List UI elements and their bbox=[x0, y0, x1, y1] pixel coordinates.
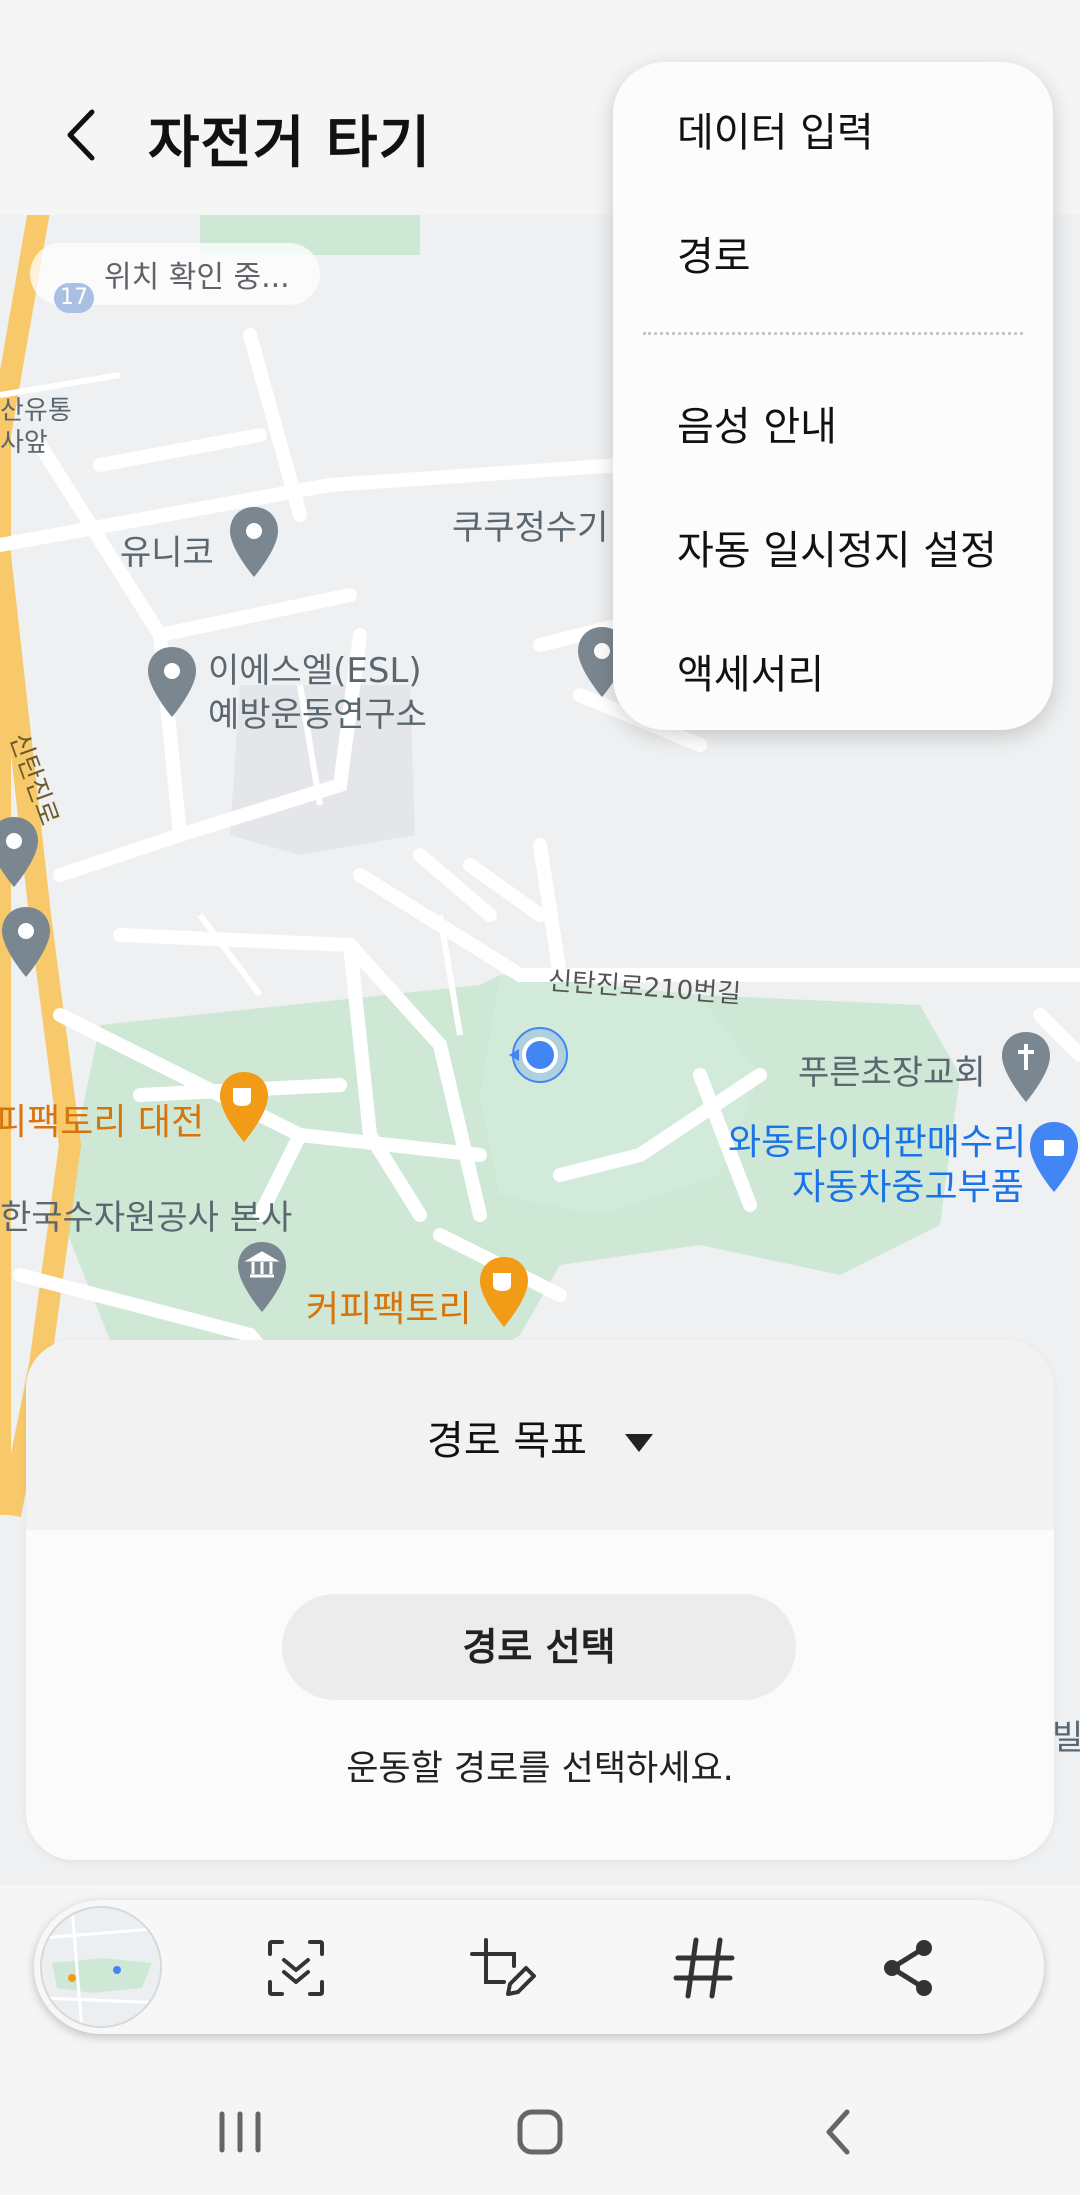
hashtag-icon[interactable] bbox=[668, 1932, 740, 2004]
map-label-coffee-daejeon: 피팩토리 대전 bbox=[0, 1102, 205, 1143]
edit-crop-icon[interactable] bbox=[464, 1932, 536, 2004]
overflow-menu: 데이터 입력 경로 음성 안내 자동 일시정지 설정 액세서리 bbox=[613, 62, 1053, 730]
map-label-esl-line1: 이에스엘(ESL) bbox=[208, 651, 422, 691]
system-nav-bar bbox=[0, 2060, 1080, 2195]
location-status-pill: 17 위치 확인 중... bbox=[30, 243, 320, 313]
back-icon[interactable] bbox=[805, 2104, 875, 2160]
map-pin-icon[interactable] bbox=[0, 905, 52, 979]
church-pin-icon[interactable] bbox=[1000, 1030, 1052, 1104]
building-pin-icon[interactable] bbox=[236, 1240, 288, 1314]
menu-item-route[interactable]: 경로 bbox=[677, 224, 751, 282]
home-icon[interactable] bbox=[505, 2104, 575, 2160]
current-location-icon[interactable] bbox=[505, 1020, 575, 1090]
menu-item-accessories[interactable]: 액세서리 bbox=[677, 642, 824, 700]
route-goal-dropdown[interactable]: 경로 목표 bbox=[26, 1340, 1054, 1530]
route-hint-text: 운동할 경로를 선택하세요. bbox=[346, 1749, 734, 1789]
cafe-pin-icon[interactable] bbox=[218, 1070, 270, 1144]
map-label-kukujeongsu: 쿠쿠정수기 bbox=[452, 508, 609, 548]
caret-down-icon bbox=[624, 1434, 653, 1452]
menu-item-data-input[interactable]: 데이터 입력 bbox=[677, 100, 874, 158]
route-badge: 17 bbox=[54, 283, 94, 313]
scroll-capture-icon[interactable] bbox=[260, 1932, 332, 2004]
map-label-tire-line2: 자동차중고부품 bbox=[792, 1167, 1024, 1208]
map-label-edge-right: 빌 bbox=[1052, 1718, 1080, 1758]
map-label-church: 푸른초장교회 bbox=[798, 1053, 986, 1093]
menu-item-auto-pause[interactable]: 자동 일시정지 설정 bbox=[677, 518, 997, 576]
screenshot-toolbar bbox=[34, 1900, 1044, 2034]
route-panel: 경로 목표 경로 선택 운동할 경로를 선택하세요. bbox=[26, 1340, 1054, 1860]
map-label-water-corp: 한국수자원공사 본사 bbox=[0, 1198, 293, 1238]
page-title: 자전거 타기 bbox=[148, 111, 432, 176]
share-icon[interactable] bbox=[872, 1932, 944, 2004]
menu-divider bbox=[643, 332, 1023, 335]
screenshot-thumbnail[interactable] bbox=[40, 1906, 162, 2028]
back-chevron-icon[interactable] bbox=[56, 100, 116, 170]
map-label-unico: 유니코 bbox=[120, 533, 214, 573]
shop-pin-icon[interactable] bbox=[1028, 1120, 1080, 1194]
map-label-tire-line1: 와동타이어판매수리 bbox=[728, 1122, 1027, 1163]
map-label-sanyutong-line2: 사앞 bbox=[0, 428, 48, 458]
cafe-pin-icon[interactable] bbox=[478, 1255, 530, 1329]
map-label-coffee-factory: 커피팩토리 bbox=[306, 1289, 472, 1330]
route-goal-label: 경로 목표 bbox=[427, 1418, 587, 1464]
menu-item-voice-guide[interactable]: 음성 안내 bbox=[677, 394, 837, 452]
location-status-text: 위치 확인 중... bbox=[104, 260, 290, 295]
map-label-esl-line2: 예방운동연구소 bbox=[208, 695, 427, 735]
map-pin-icon[interactable] bbox=[146, 645, 198, 719]
select-route-button[interactable]: 경로 선택 bbox=[282, 1594, 796, 1700]
recent-apps-icon[interactable] bbox=[205, 2104, 275, 2160]
map-pin-icon[interactable] bbox=[228, 505, 280, 579]
